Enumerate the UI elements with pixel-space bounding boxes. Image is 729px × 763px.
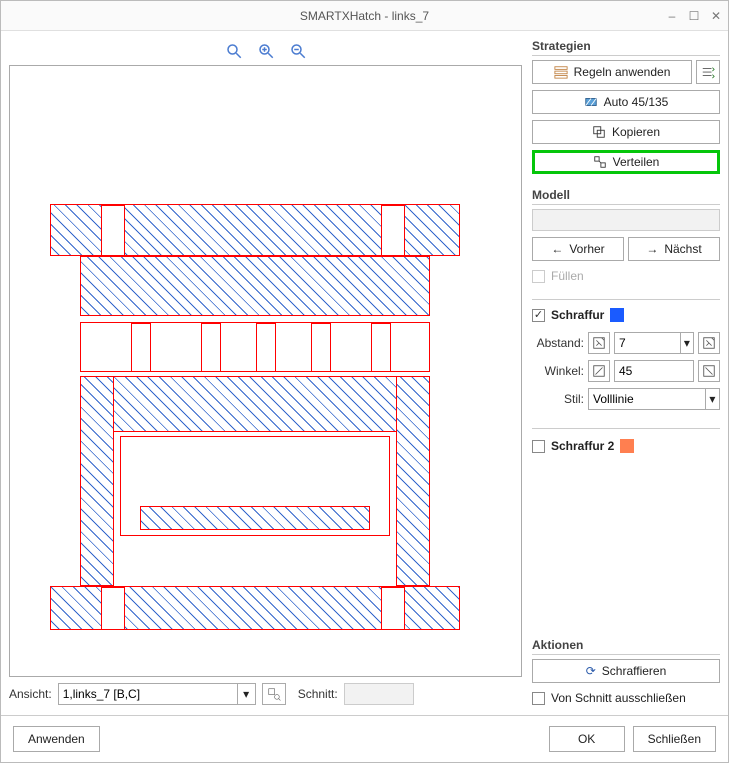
stil-row: Stil: ▾ (532, 388, 720, 410)
apply-button[interactable]: Anwenden (13, 726, 100, 752)
schraffur-checkbox[interactable] (532, 309, 545, 322)
distribute-label: Verteilen (613, 155, 660, 169)
abstand-increase-button[interactable] (698, 332, 720, 354)
close-icon[interactable]: ✕ (710, 10, 722, 22)
schraffur2-label: Schraffur 2 (551, 439, 614, 453)
abstand-label: Abstand: (532, 336, 584, 350)
schraffur-color-swatch[interactable] (610, 308, 624, 322)
group-title-aktionen: Aktionen (532, 638, 720, 655)
group-title-strategien: Strategien (532, 39, 720, 56)
modell-group: Modell ← Vorher → Nächst Füllen (532, 188, 720, 293)
ok-button[interactable]: OK (549, 726, 625, 752)
fill-checkbox-row: Füllen (532, 269, 720, 283)
rules-settings-button[interactable] (696, 60, 720, 84)
schraffur2-checkbox[interactable] (532, 440, 545, 453)
view-label: Ansicht: (9, 687, 52, 701)
abstand-row: Abstand: ▾ (532, 332, 720, 354)
ok-label: OK (578, 732, 595, 746)
arrow-left-icon: ← (551, 242, 563, 256)
part-spacer-row (80, 322, 430, 372)
content-area: Ansicht: ▾ Schnitt: Strategien Regel (1, 31, 728, 715)
prev-label: Vorher (569, 242, 604, 256)
fill-checkbox (532, 270, 545, 283)
exclude-checkbox[interactable] (532, 692, 545, 705)
part-slab (80, 376, 430, 432)
close-button[interactable]: Schließen (633, 726, 716, 752)
next-button[interactable]: → Nächst (628, 237, 720, 261)
group-title-modell: Modell (532, 188, 720, 205)
part-right-pillar (396, 376, 430, 586)
view-pick-button[interactable] (262, 683, 286, 705)
part-base-plate (50, 586, 460, 630)
refresh-icon: ⟳ (586, 664, 596, 678)
view-combo[interactable]: ▾ (58, 683, 256, 705)
stil-label: Stil: (532, 392, 584, 406)
footer: Anwenden OK Schließen (1, 715, 728, 762)
prev-button[interactable]: ← Vorher (532, 237, 624, 261)
winkel-row: Winkel: (532, 360, 720, 382)
arrow-right-icon: → (646, 242, 658, 256)
close-label: Schließen (648, 732, 701, 746)
schnitt-label: Schnitt: (298, 687, 338, 701)
left-pane: Ansicht: ▾ Schnitt: (9, 39, 522, 715)
exclude-label: Von Schnitt ausschließen (551, 691, 686, 705)
copy-button[interactable]: Kopieren (532, 120, 720, 144)
side-pane: Strategien Regeln anwenden Auto 45/135 (532, 39, 720, 715)
apply-rules-label: Regeln anwenden (574, 65, 671, 79)
schraffur2-color-swatch[interactable] (620, 439, 634, 453)
auto-45-135-button[interactable]: Auto 45/135 (532, 90, 720, 114)
abstand-decrease-button[interactable] (588, 332, 610, 354)
zoom-out-icon[interactable] (289, 42, 307, 63)
aktionen-group: Aktionen ⟳ Schraffieren Von Schnitt auss… (532, 638, 720, 715)
fill-label: Füllen (551, 269, 584, 283)
part-upper-plate (80, 256, 430, 316)
schraffieren-label: Schraffieren (602, 664, 666, 678)
winkel-input[interactable] (614, 360, 694, 382)
stil-input[interactable] (588, 388, 706, 410)
window-controls: – ☐ ✕ (666, 1, 722, 30)
strategien-group: Strategien Regeln anwenden Auto 45/135 (532, 39, 720, 174)
window-title: SMARTXHatch - links_7 (300, 9, 429, 23)
view-row: Ansicht: ▾ Schnitt: (9, 677, 522, 715)
drawing-canvas[interactable] (9, 65, 522, 677)
maximize-icon[interactable]: ☐ (688, 10, 700, 22)
abstand-input[interactable] (614, 332, 681, 354)
winkel-left-button[interactable] (588, 360, 610, 382)
zoom-toolbar (9, 39, 522, 65)
schraffur2-group: Schraffur 2 (532, 428, 720, 453)
apply-label: Anwenden (28, 732, 85, 746)
schnitt-field (344, 683, 414, 705)
chevron-down-icon[interactable]: ▾ (681, 332, 694, 354)
copy-label: Kopieren (612, 125, 660, 139)
zoom-fit-icon[interactable] (225, 42, 243, 63)
app-window: SMARTXHatch - links_7 – ☐ ✕ (0, 0, 729, 763)
model-field (532, 209, 720, 231)
titlebar: SMARTXHatch - links_7 – ☐ ✕ (1, 1, 728, 31)
apply-rules-button[interactable]: Regeln anwenden (532, 60, 692, 84)
schraffur-group: Schraffur Abstand: ▾ (532, 299, 720, 410)
schraffur-label: Schraffur (551, 308, 604, 322)
zoom-in-icon[interactable] (257, 42, 275, 63)
auto-label: Auto 45/135 (604, 95, 669, 109)
view-input[interactable] (58, 683, 238, 705)
part-insert-bar (140, 506, 370, 530)
part-left-pillar (80, 376, 114, 586)
distribute-button[interactable]: Verteilen (532, 150, 720, 174)
schraffieren-button[interactable]: ⟳ Schraffieren (532, 659, 720, 683)
next-label: Nächst (664, 242, 701, 256)
chevron-down-icon[interactable]: ▾ (238, 683, 256, 705)
winkel-label: Winkel: (532, 364, 584, 378)
minimize-icon[interactable]: – (666, 10, 678, 22)
part-top-flange (50, 204, 460, 256)
winkel-right-button[interactable] (698, 360, 720, 382)
chevron-down-icon[interactable]: ▾ (706, 388, 720, 410)
